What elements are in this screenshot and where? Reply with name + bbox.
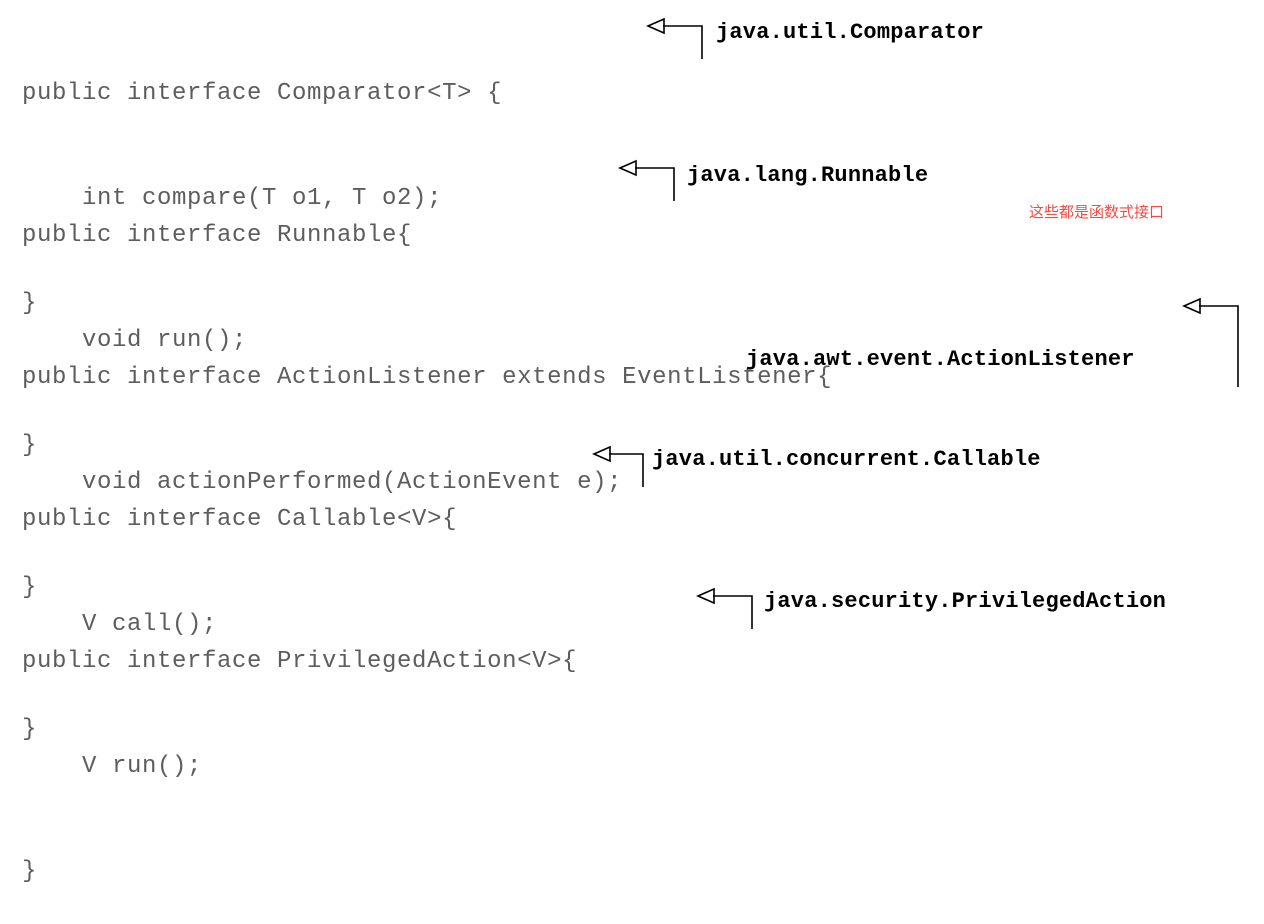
code-line: public interface Runnable{: [22, 222, 413, 249]
leader-path: [635, 167, 675, 201]
note-functional-interfaces: 这些都是函数式接口: [1029, 203, 1165, 221]
code-line: public interface PrivilegedAction<V>{: [22, 648, 578, 675]
code-line: public interface Comparator<T> {: [22, 80, 503, 107]
code-line: }: [22, 858, 38, 885]
leader-line-runnable: [618, 159, 675, 201]
code-line: public interface ActionListener extends …: [22, 364, 833, 391]
leader-path: [663, 25, 703, 59]
leader-line-actionlistener: [1182, 297, 1239, 387]
annotation-label-runnable: java.lang.Runnable: [687, 163, 929, 188]
leader-path: [1199, 305, 1239, 387]
code-block-privilegedaction: public interface PrivilegedAction<V>{ V …: [22, 574, 577, 924]
annotation-label-privilegedaction: java.security.PrivilegedAction: [764, 589, 1167, 614]
leader-line-comparator: [646, 17, 703, 59]
annotation-label-actionlistener: java.awt.event.ActionListener: [746, 347, 1135, 372]
arrowhead-icon: [1182, 297, 1201, 315]
code-line: V run();: [22, 753, 203, 780]
annotation-label-callable: java.util.concurrent.Callable: [652, 447, 1041, 472]
arrowhead-icon: [646, 17, 665, 35]
arrowhead-icon: [618, 159, 637, 177]
code-line: public interface Callable<V>{: [22, 506, 458, 533]
annotation-label-comparator: java.util.Comparator: [716, 20, 985, 45]
